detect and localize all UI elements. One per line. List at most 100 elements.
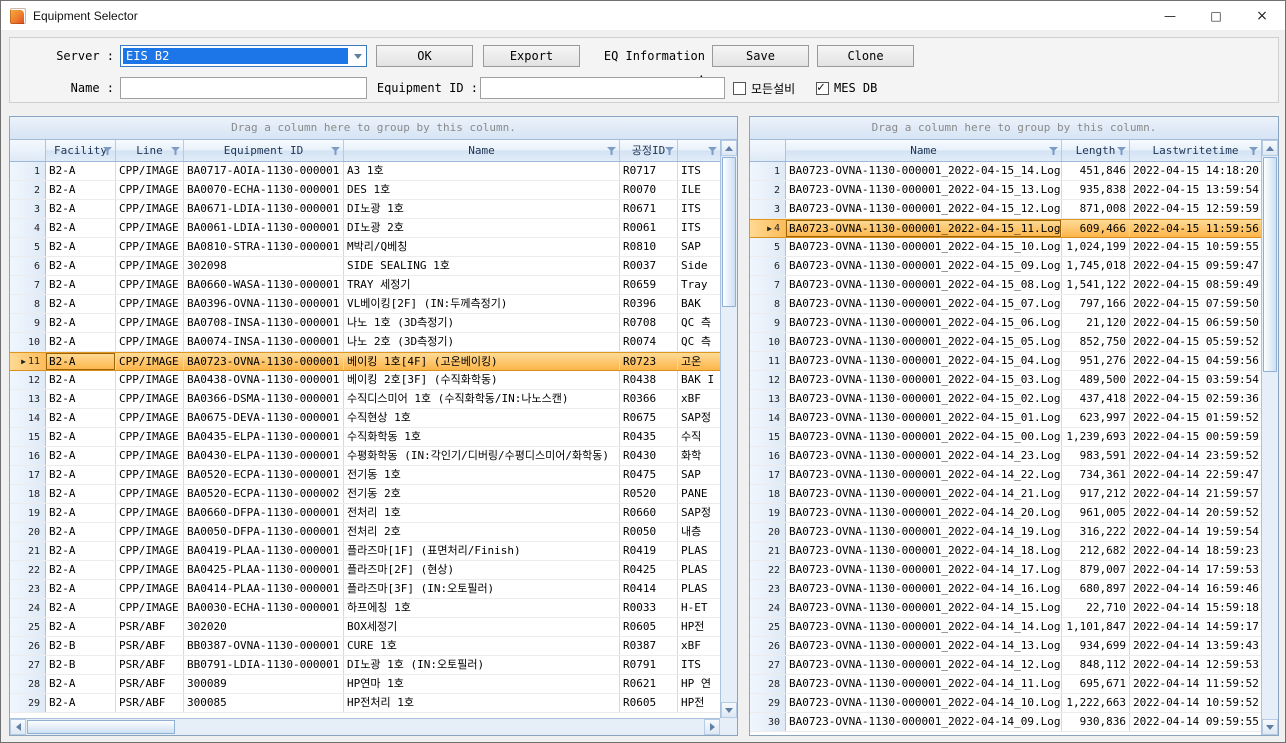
cell-facility[interactable]: B2-A [46, 675, 116, 693]
table-row[interactable]: 23B2-ACPP/IMAGEBA0414-PLAA-1130-000001플라… [10, 580, 720, 599]
cell-line[interactable]: PSR/ABF [116, 618, 184, 636]
cell-length[interactable]: 930,836 [1062, 713, 1130, 731]
cell-eqid[interactable]: BA0810-STRA-1130-000001 [184, 238, 344, 256]
cell-eqid[interactable]: BA0520-ECPA-1130-000001 [184, 466, 344, 484]
cell-length[interactable]: 734,361 [1062, 466, 1130, 484]
cell-extra[interactable]: QC 측 [678, 314, 720, 332]
cell-name[interactable]: BA0723-OVNA-1130-000001_2022-04-15_07.Lo… [786, 295, 1062, 313]
cell-length[interactable]: 1,745,018 [1062, 257, 1130, 275]
column-header-facility[interactable]: Facility [46, 140, 116, 161]
mes-db-checkbox[interactable]: MES DB [816, 77, 877, 99]
cell-eqid[interactable]: BA0708-INSA-1130-000001 [184, 314, 344, 332]
table-row[interactable]: 8BA0723-OVNA-1130-000001_2022-04-15_07.L… [750, 295, 1261, 314]
cell-length[interactable]: 879,007 [1062, 561, 1130, 579]
cell-name[interactable]: M박리/Q베칭 [344, 238, 620, 256]
scroll-down-button[interactable] [721, 702, 737, 718]
cell-name[interactable]: BA0723-OVNA-1130-000001_2022-04-15_03.Lo… [786, 371, 1062, 389]
cell-time[interactable]: 2022-04-14 17:59:53 [1130, 561, 1261, 579]
cell-line[interactable]: CPP/IMAGE [116, 314, 184, 332]
table-row[interactable]: 23BA0723-OVNA-1130-000001_2022-04-14_16.… [750, 580, 1261, 599]
filter-icon[interactable] [708, 147, 717, 155]
table-row[interactable]: 14BA0723-OVNA-1130-000001_2022-04-15_01.… [750, 409, 1261, 428]
cell-proc[interactable]: R0050 [620, 523, 678, 541]
cell-eqid[interactable]: BA0435-ELPA-1130-000001 [184, 428, 344, 446]
cell-eqid[interactable]: BA0438-OVNA-1130-000001 [184, 371, 344, 389]
scrollbar-thumb[interactable] [27, 720, 175, 734]
cell-name[interactable]: BA0723-OVNA-1130-000001_2022-04-14_22.Lo… [786, 466, 1062, 484]
cell-time[interactable]: 2022-04-15 13:59:54 [1130, 181, 1261, 199]
table-row[interactable]: 22B2-ACPP/IMAGEBA0425-PLAA-1130-000001플라… [10, 561, 720, 580]
export-button[interactable]: Export [483, 45, 580, 67]
table-row[interactable]: 20BA0723-OVNA-1130-000001_2022-04-14_19.… [750, 523, 1261, 542]
column-header-line[interactable]: Line [116, 140, 184, 161]
cell-facility[interactable]: B2-A [46, 447, 116, 465]
cell-eqid[interactable]: BA0425-PLAA-1130-000001 [184, 561, 344, 579]
table-row[interactable]: 6B2-ACPP/IMAGE302098SIDE SEALING 1호R0037… [10, 257, 720, 276]
table-row[interactable]: 14B2-ACPP/IMAGEBA0675-DEVA-1130-000001수직… [10, 409, 720, 428]
cell-facility[interactable]: B2-A [46, 314, 116, 332]
cell-facility[interactable]: B2-A [46, 618, 116, 636]
cell-proc[interactable]: R0791 [620, 656, 678, 674]
table-row[interactable]: 24B2-ACPP/IMAGEBA0030-ECHA-1130-000001하프… [10, 599, 720, 618]
cell-eqid[interactable]: BA0520-ECPA-1130-000002 [184, 485, 344, 503]
column-header-equipment-id[interactable]: Equipment ID [184, 140, 344, 161]
cell-name[interactable]: BA0723-OVNA-1130-000001_2022-04-14_18.Lo… [786, 542, 1062, 560]
cell-line[interactable]: CPP/IMAGE [116, 542, 184, 560]
cell-proc[interactable]: R0438 [620, 371, 678, 389]
cell-line[interactable]: CPP/IMAGE [116, 162, 184, 180]
cell-proc[interactable]: R0387 [620, 637, 678, 655]
cell-name[interactable]: BOX세정기 [344, 618, 620, 636]
table-row[interactable]: 3B2-ACPP/IMAGEBA0671-LDIA-1130-000001DI노… [10, 200, 720, 219]
cell-time[interactable]: 2022-04-15 14:18:20 [1130, 162, 1261, 180]
cell-time[interactable]: 2022-04-15 12:59:59 [1130, 200, 1261, 218]
cell-time[interactable]: 2022-04-14 20:59:52 [1130, 504, 1261, 522]
cell-time[interactable]: 2022-04-14 15:59:18 [1130, 599, 1261, 617]
cell-length[interactable]: 934,699 [1062, 637, 1130, 655]
cell-time[interactable]: 2022-04-15 03:59:54 [1130, 371, 1261, 389]
table-row[interactable]: 25B2-APSR/ABF302020BOX세정기R0605HP전 [10, 618, 720, 637]
cell-line[interactable]: CPP/IMAGE [116, 353, 184, 370]
cell-proc[interactable]: R0435 [620, 428, 678, 446]
cell-name[interactable]: BA0723-OVNA-1130-000001_2022-04-14_19.Lo… [786, 523, 1062, 541]
cell-eqid[interactable]: BA0396-OVNA-1130-000001 [184, 295, 344, 313]
cell-facility[interactable]: B2-A [46, 599, 116, 617]
cell-extra[interactable]: HP전 [678, 694, 720, 712]
cell-line[interactable]: CPP/IMAGE [116, 504, 184, 522]
close-button[interactable]: × [1239, 1, 1285, 31]
table-row[interactable]: 12B2-ACPP/IMAGEBA0438-OVNA-1130-000001베이… [10, 371, 720, 390]
cell-time[interactable]: 2022-04-15 02:59:36 [1130, 390, 1261, 408]
cell-name[interactable]: BA0723-OVNA-1130-000001_2022-04-14_12.Lo… [786, 656, 1062, 674]
table-row[interactable]: 12BA0723-OVNA-1130-000001_2022-04-15_03.… [750, 371, 1261, 390]
cell-length[interactable]: 680,897 [1062, 580, 1130, 598]
cell-name[interactable]: SIDE SEALING 1호 [344, 257, 620, 275]
cell-name[interactable]: 플라즈마[3F] (IN:오토필러) [344, 580, 620, 598]
cell-proc[interactable]: R0475 [620, 466, 678, 484]
filter-icon[interactable] [1049, 147, 1058, 155]
cell-time[interactable]: 2022-04-14 12:59:53 [1130, 656, 1261, 674]
table-row[interactable]: 26B2-BPSR/ABFBB0387-OVNA-1130-000001CURE… [10, 637, 720, 656]
table-row[interactable]: 10B2-ACPP/IMAGEBA0074-INSA-1130-000001나노… [10, 333, 720, 352]
cell-facility[interactable]: B2-A [46, 561, 116, 579]
table-row[interactable]: 7B2-ACPP/IMAGEBA0660-WASA-1130-000001TRA… [10, 276, 720, 295]
cell-extra[interactable]: xBF [678, 637, 720, 655]
cell-extra[interactable]: ITS [678, 656, 720, 674]
chevron-down-icon[interactable] [350, 46, 366, 66]
cell-name[interactable]: 베이킹 2호[3F] (수직화학동) [344, 371, 620, 389]
filter-icon[interactable] [665, 147, 674, 155]
cell-extra[interactable]: ITS [678, 219, 720, 237]
cell-length[interactable]: 961,005 [1062, 504, 1130, 522]
table-row[interactable]: 1BA0723-OVNA-1130-000001_2022-04-15_14.L… [750, 162, 1261, 181]
table-row[interactable]: 26BA0723-OVNA-1130-000001_2022-04-14_13.… [750, 637, 1261, 656]
cell-time[interactable]: 2022-04-15 07:59:50 [1130, 295, 1261, 313]
cell-line[interactable]: CPP/IMAGE [116, 580, 184, 598]
cell-length[interactable]: 451,846 [1062, 162, 1130, 180]
table-row[interactable]: 19BA0723-OVNA-1130-000001_2022-04-14_20.… [750, 504, 1261, 523]
cell-name[interactable]: 수직현상 1호 [344, 409, 620, 427]
cell-line[interactable]: CPP/IMAGE [116, 333, 184, 351]
cell-extra[interactable]: xBF [678, 390, 720, 408]
cell-name[interactable]: 전기동 1호 [344, 466, 620, 484]
cell-facility[interactable]: B2-A [46, 162, 116, 180]
scrollbar-thumb[interactable] [1263, 157, 1277, 372]
server-select[interactable]: EIS B2 [120, 45, 367, 67]
cell-length[interactable]: 1,541,122 [1062, 276, 1130, 294]
